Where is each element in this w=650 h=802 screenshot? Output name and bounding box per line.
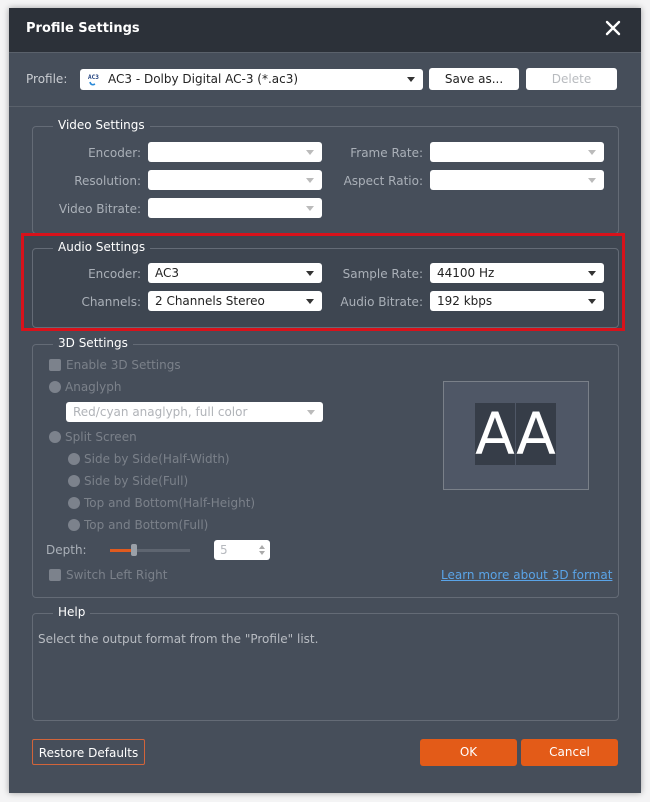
close-icon[interactable] <box>603 18 623 38</box>
anaglyph-label: Anaglyph <box>65 380 122 394</box>
split-option-radio[interactable] <box>68 453 80 465</box>
split-option-label: Side by Side(Half-Width) <box>84 452 230 466</box>
profile-settings-dialog: Profile Settings Profile: AC3 AC3 - Dolb… <box>9 8 641 793</box>
spin-down-icon[interactable] <box>259 551 265 555</box>
save-as-button[interactable]: Save as... <box>429 68 519 90</box>
learn-more-3d-link[interactable]: Learn more about 3D format <box>441 568 612 582</box>
chevron-down-icon <box>306 206 314 211</box>
split-screen-label: Split Screen <box>65 430 137 444</box>
chevron-down-icon <box>588 178 596 183</box>
chevron-down-icon <box>306 271 314 276</box>
video-settings-title: Video Settings <box>53 118 150 132</box>
split-option-radio[interactable] <box>68 497 80 509</box>
split-option-label: Side by Side(Full) <box>84 474 189 488</box>
help-title: Help <box>53 605 91 619</box>
chevron-down-icon <box>306 150 314 155</box>
anaglyph-radio[interactable] <box>49 381 61 393</box>
chevron-down-icon <box>307 410 315 415</box>
aspect-ratio-select[interactable] <box>430 170 604 190</box>
chevron-down-icon <box>407 77 415 82</box>
switch-left-right-label: Switch Left Right <box>66 568 168 582</box>
depth-spinbox[interactable]: 5 <box>214 540 270 560</box>
depth-value: 5 <box>220 543 228 557</box>
chevron-down-icon <box>588 271 596 276</box>
restore-defaults-button[interactable]: Restore Defaults <box>32 739 145 765</box>
sample-rate-select[interactable]: 44100 Hz <box>430 263 604 283</box>
chevron-down-icon <box>306 178 314 183</box>
help-text: Select the output format from the "Profi… <box>38 632 319 646</box>
sample-rate-label: Sample Rate: <box>342 267 423 281</box>
enable-3d-checkbox[interactable] <box>49 359 61 371</box>
channels-label: Channels: <box>81 295 141 309</box>
split-option-label: Top and Bottom(Half-Height) <box>84 496 256 510</box>
audio-encoder-label: Encoder: <box>88 267 141 281</box>
enable-3d-label: Enable 3D Settings <box>66 358 181 372</box>
profile-select[interactable]: AC3 AC3 - Dolby Digital AC-3 (*.ac3) <box>80 69 423 90</box>
cancel-button[interactable]: Cancel <box>521 739 618 766</box>
depth-slider[interactable] <box>110 544 190 556</box>
split-screen-radio[interactable] <box>49 431 61 443</box>
audio-settings-group: Audio Settings <box>32 240 619 328</box>
frame-rate-label: Frame Rate: <box>350 146 423 160</box>
depth-slider-thumb[interactable] <box>131 544 137 556</box>
frame-rate-select[interactable] <box>430 142 604 162</box>
aspect-ratio-label: Aspect Ratio: <box>343 174 423 188</box>
anaglyph-select[interactable]: Red/cyan anaglyph, full color <box>66 402 323 422</box>
dialog-title: Profile Settings <box>26 21 140 36</box>
audio-settings-title: Audio Settings <box>53 240 151 254</box>
chevron-down-icon <box>588 150 596 155</box>
ac3-audio-file-icon: AC3 <box>88 74 99 86</box>
switch-left-right-checkbox[interactable] <box>49 569 61 581</box>
preview-right-letter: A <box>516 400 556 468</box>
profile-label: Profile: <box>26 72 68 86</box>
title-bar: Profile Settings <box>9 8 641 53</box>
split-option-radio[interactable] <box>68 519 80 531</box>
ok-button[interactable]: OK <box>420 739 517 766</box>
audio-bitrate-label: Audio Bitrate: <box>340 295 423 309</box>
delete-button[interactable]: Delete <box>526 68 617 90</box>
channels-select[interactable]: 2 Channels Stereo <box>148 291 322 311</box>
audio-bitrate-select[interactable]: 192 kbps <box>430 291 604 311</box>
resolution-select[interactable] <box>148 170 322 190</box>
svg-text:AC3: AC3 <box>88 74 99 81</box>
split-option-radio[interactable] <box>68 475 80 487</box>
video-bitrate-label: Video Bitrate: <box>58 202 141 216</box>
resolution-label: Resolution: <box>74 174 141 188</box>
chevron-down-icon <box>306 299 314 304</box>
video-encoder-select[interactable] <box>148 142 322 162</box>
3d-settings-title: 3D Settings <box>53 336 133 350</box>
preview-left-letter: A <box>475 400 515 468</box>
profile-row: Profile: AC3 AC3 - Dolby Digital AC-3 (*… <box>9 53 641 107</box>
chevron-down-icon <box>588 299 596 304</box>
3d-preview-image: A A <box>443 381 589 490</box>
video-encoder-label: Encoder: <box>88 146 141 160</box>
video-bitrate-select[interactable] <box>148 198 322 218</box>
split-option-label: Top and Bottom(Full) <box>84 518 209 532</box>
help-group: Help Select the output format from the "… <box>32 605 619 721</box>
spin-up-icon[interactable] <box>259 545 265 549</box>
audio-encoder-select[interactable]: AC3 <box>148 263 322 283</box>
profile-value: AC3 - Dolby Digital AC-3 (*.ac3) <box>108 72 299 86</box>
depth-label: Depth: <box>46 543 87 557</box>
